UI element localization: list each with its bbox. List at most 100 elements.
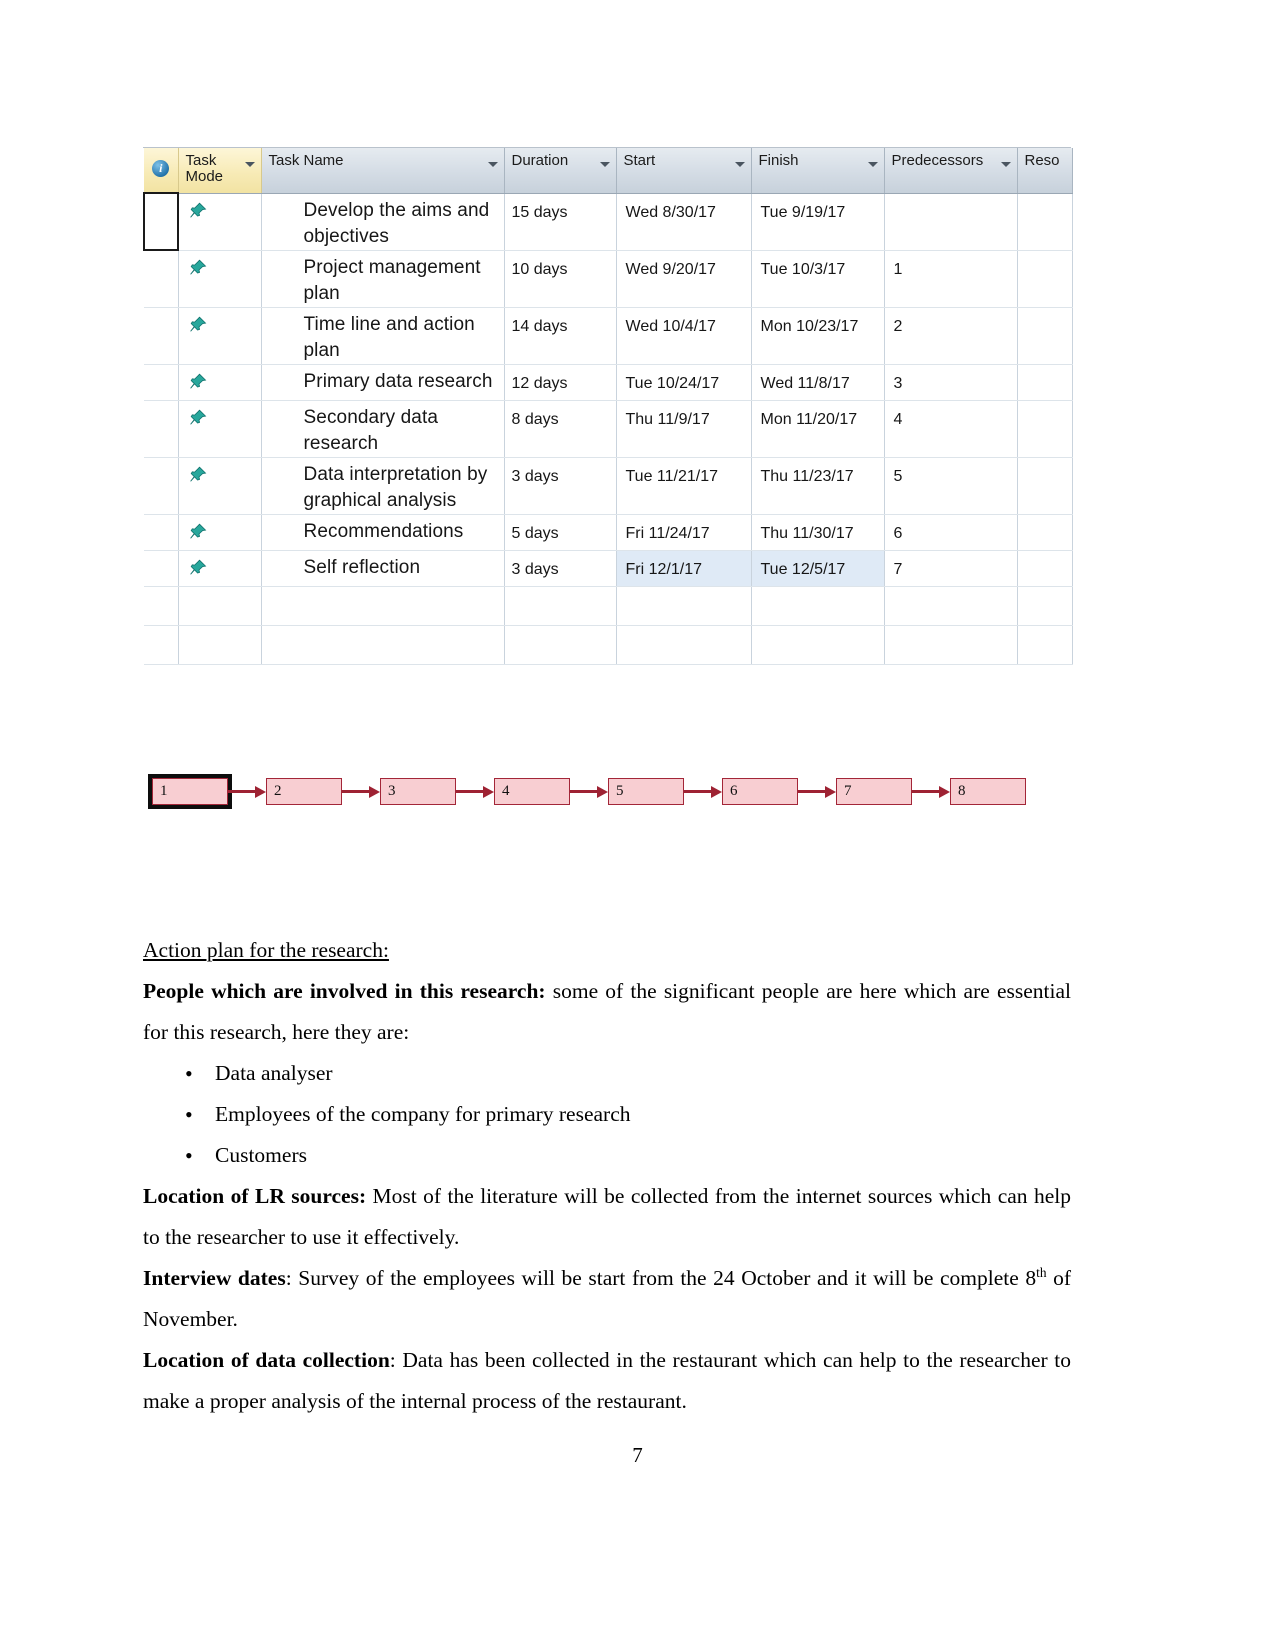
task-name-cell[interactable]: Secondary data research — [261, 400, 505, 458]
task-mode-cell[interactable] — [178, 193, 262, 251]
task-name-cell[interactable]: Time line and action plan — [261, 307, 505, 365]
table-row[interactable]: Self reflection 3 days Fri 12/1/17 Tue 1… — [144, 550, 1073, 587]
filter-dropdown-icon[interactable] — [1000, 162, 1011, 167]
task-name-cell[interactable]: Self reflection — [261, 550, 505, 587]
network-node-5[interactable]: 5 — [608, 778, 684, 805]
start-cell[interactable]: Thu 11/9/17 — [616, 400, 752, 458]
row-indicator-cell[interactable] — [144, 250, 179, 308]
row-indicator-cell[interactable] — [144, 550, 179, 587]
network-node-8[interactable]: 8 — [950, 778, 1026, 805]
predecessors-cell[interactable]: 7 — [884, 550, 1018, 587]
table-row[interactable]: Recommendations 5 days Fri 11/24/17 Thu … — [144, 514, 1073, 551]
row-indicator-cell[interactable] — [143, 192, 179, 251]
network-node-2[interactable]: 2 — [266, 778, 342, 805]
finish-cell[interactable]: Wed 11/8/17 — [751, 364, 885, 401]
row-indicator-cell[interactable] — [144, 457, 179, 515]
start-cell[interactable]: Wed 10/4/17 — [616, 307, 752, 365]
task-mode-cell[interactable] — [178, 625, 262, 665]
predecessors-cell[interactable]: 5 — [884, 457, 1018, 515]
task-name-cell[interactable]: Recommendations — [261, 514, 505, 551]
finish-cell[interactable]: Mon 11/20/17 — [751, 400, 885, 458]
task-name-cell[interactable] — [261, 625, 505, 665]
table-row[interactable]: Secondary data research 8 days Thu 11/9/… — [144, 400, 1073, 458]
column-header-indicator[interactable]: i — [144, 148, 179, 194]
resources-cell[interactable] — [1017, 250, 1073, 308]
table-row[interactable]: Time line and action plan 14 days Wed 10… — [144, 307, 1073, 365]
finish-cell[interactable]: Mon 10/23/17 — [751, 307, 885, 365]
network-node-1[interactable]: 1 — [148, 774, 232, 809]
task-mode-cell[interactable] — [178, 514, 262, 551]
task-name-cell[interactable]: Data interpretation by graphical analysi… — [261, 457, 505, 515]
resources-cell[interactable] — [1017, 625, 1073, 665]
task-name-cell[interactable]: Develop the aims and objectives — [261, 193, 505, 251]
finish-cell[interactable]: Tue 12/5/17 — [751, 550, 885, 587]
resources-cell[interactable] — [1017, 307, 1073, 365]
column-header-predecessors[interactable]: Predecessors — [884, 148, 1018, 194]
finish-cell[interactable]: Thu 11/30/17 — [751, 514, 885, 551]
filter-dropdown-icon[interactable] — [599, 162, 610, 167]
start-cell[interactable] — [616, 586, 752, 626]
resources-cell[interactable] — [1017, 550, 1073, 587]
resources-cell[interactable] — [1017, 457, 1073, 515]
start-cell[interactable]: Wed 8/30/17 — [616, 193, 752, 251]
task-mode-cell[interactable] — [178, 307, 262, 365]
row-indicator-cell[interactable] — [144, 514, 179, 551]
table-row-empty[interactable] — [144, 625, 1073, 665]
task-mode-cell[interactable] — [178, 250, 262, 308]
row-indicator-cell[interactable] — [144, 400, 179, 458]
resources-cell[interactable] — [1017, 586, 1073, 626]
duration-cell[interactable]: 8 days — [504, 400, 617, 458]
finish-cell[interactable]: Tue 9/19/17 — [751, 193, 885, 251]
duration-cell[interactable] — [504, 625, 617, 665]
row-indicator-cell[interactable] — [144, 364, 179, 401]
network-node-3[interactable]: 3 — [380, 778, 456, 805]
task-mode-cell[interactable] — [178, 400, 262, 458]
task-mode-cell[interactable] — [178, 550, 262, 587]
column-header-duration[interactable]: Duration — [504, 148, 617, 194]
predecessors-cell[interactable]: 6 — [884, 514, 1018, 551]
table-row[interactable]: Develop the aims and objectives 15 days … — [143, 192, 1073, 251]
filter-dropdown-icon[interactable] — [487, 162, 498, 167]
filter-dropdown-icon[interactable] — [734, 162, 745, 167]
resources-cell[interactable] — [1017, 193, 1073, 251]
network-node-7[interactable]: 7 — [836, 778, 912, 805]
predecessors-cell[interactable]: 1 — [884, 250, 1018, 308]
network-node-4[interactable]: 4 — [494, 778, 570, 805]
finish-cell[interactable]: Tue 10/3/17 — [751, 250, 885, 308]
task-mode-cell[interactable] — [178, 457, 262, 515]
start-cell[interactable]: Fri 12/1/17 — [616, 550, 752, 587]
network-node-6[interactable]: 6 — [722, 778, 798, 805]
column-header-finish[interactable]: Finish — [751, 148, 885, 194]
start-cell[interactable]: Wed 9/20/17 — [616, 250, 752, 308]
filter-dropdown-icon[interactable] — [244, 162, 255, 167]
finish-cell[interactable] — [751, 625, 885, 665]
task-mode-cell[interactable] — [178, 586, 262, 626]
column-header-task-mode[interactable]: Task Mode — [178, 148, 262, 194]
start-cell[interactable]: Tue 11/21/17 — [616, 457, 752, 515]
predecessors-cell[interactable]: 2 — [884, 307, 1018, 365]
predecessors-cell[interactable]: 4 — [884, 400, 1018, 458]
duration-cell[interactable]: 3 days — [504, 457, 617, 515]
column-header-start[interactable]: Start — [616, 148, 752, 194]
duration-cell[interactable]: 10 days — [504, 250, 617, 308]
finish-cell[interactable] — [751, 586, 885, 626]
task-name-cell[interactable] — [261, 586, 505, 626]
resources-cell[interactable] — [1017, 514, 1073, 551]
task-name-cell[interactable]: Project management plan — [261, 250, 505, 308]
start-cell[interactable]: Tue 10/24/17 — [616, 364, 752, 401]
row-indicator-cell[interactable] — [144, 307, 179, 365]
start-cell[interactable] — [616, 625, 752, 665]
table-row-empty[interactable] — [144, 586, 1073, 626]
column-header-task-name[interactable]: Task Name — [261, 148, 505, 194]
duration-cell[interactable]: 15 days — [504, 193, 617, 251]
duration-cell[interactable] — [504, 586, 617, 626]
start-cell[interactable]: Fri 11/24/17 — [616, 514, 752, 551]
resources-cell[interactable] — [1017, 364, 1073, 401]
filter-dropdown-icon[interactable] — [867, 162, 878, 167]
duration-cell[interactable]: 14 days — [504, 307, 617, 365]
predecessors-cell[interactable] — [884, 586, 1018, 626]
task-name-cell[interactable]: Primary data research — [261, 364, 505, 401]
table-row[interactable]: Project management plan 10 days Wed 9/20… — [144, 250, 1073, 308]
table-row[interactable]: Data interpretation by graphical analysi… — [144, 457, 1073, 515]
duration-cell[interactable]: 3 days — [504, 550, 617, 587]
